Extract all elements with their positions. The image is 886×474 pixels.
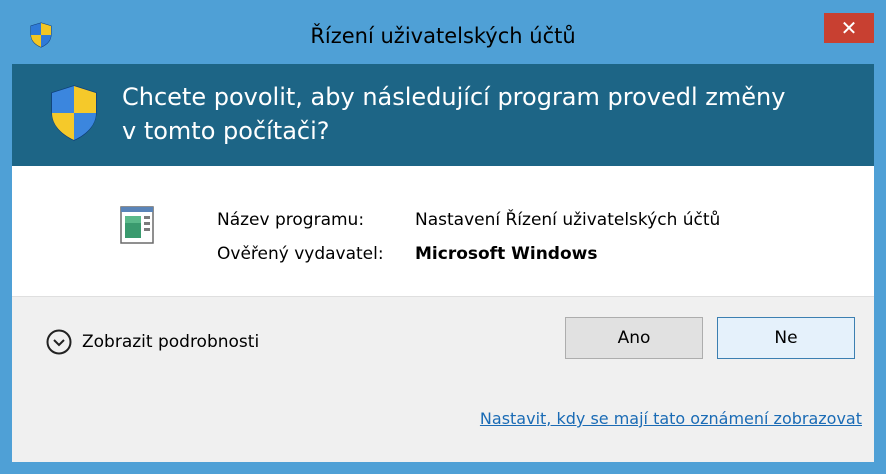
program-name-value: Nastavení Řízení uživatelských účtů <box>415 210 721 230</box>
show-details-label[interactable]: Zobrazit podrobnosti <box>82 332 259 352</box>
question-text: Chcete povolit, aby následující program … <box>122 80 862 148</box>
window-title: Řízení uživatelských účtů <box>310 24 576 48</box>
publisher-value: Microsoft Windows <box>415 244 598 264</box>
dialog-client-area: Chcete povolit, aby následující program … <box>12 64 874 462</box>
program-name-row: Název programu: Nastavení Řízení uživatel… <box>217 210 720 230</box>
title-bar[interactable]: Řízení uživatelských účtů ✕ <box>0 0 886 64</box>
no-button[interactable]: Ne <box>717 317 855 359</box>
program-info-section: Název programu: Nastavení Řízení uživatel… <box>12 166 874 296</box>
dialog-footer: Zobrazit podrobnosti Ano Ne Nastavit, kd… <box>12 296 874 462</box>
program-name-label: Název programu: <box>217 210 365 230</box>
publisher-row: Ověřený vydavatel: Microsoft Windows <box>217 244 597 264</box>
question-line-1: Chcete povolit, aby následující program … <box>122 83 786 111</box>
question-line-2: v tomto počítači? <box>122 117 330 145</box>
yes-button[interactable]: Ano <box>565 317 703 359</box>
publisher-label: Ověřený vydavatel: <box>217 244 384 264</box>
show-details-toggle[interactable]: Zobrazit podrobnosti <box>46 329 259 355</box>
question-banner: Chcete povolit, aby následující program … <box>12 64 874 166</box>
uac-dialog-window: Řízení uživatelských účtů ✕ Chcete povol… <box>0 0 886 474</box>
chevron-down-circle-icon[interactable] <box>46 329 72 355</box>
close-button[interactable]: ✕ <box>824 13 874 43</box>
uac-shield-icon <box>51 85 97 141</box>
program-window-icon <box>120 206 154 244</box>
notification-settings-link[interactable]: Nastavit, kdy se mají tato oznámení zobr… <box>480 409 862 428</box>
